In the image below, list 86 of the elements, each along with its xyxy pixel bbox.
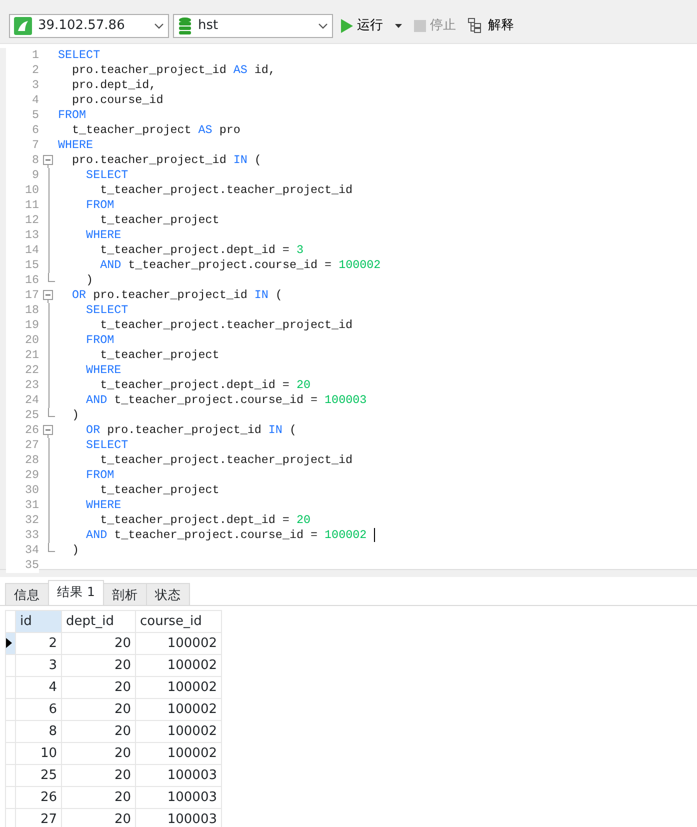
table-cell: 100003: [136, 764, 222, 786]
caret-icon: [395, 24, 402, 28]
code-line: FROM: [85, 468, 114, 483]
fold-toggle-icon[interactable]: [43, 288, 54, 303]
table-cell: 6: [16, 698, 62, 720]
code-line: WHERE: [85, 498, 122, 513]
code-line: t_teacher_project: [99, 483, 220, 498]
code-line: OR pro.teacher_project_id IN (: [71, 288, 282, 303]
table-cell: 100002: [136, 742, 222, 764]
table-cell: 20: [62, 742, 136, 764]
table-cell: 20: [62, 654, 136, 676]
stop-icon: [414, 20, 426, 32]
play-icon: [341, 18, 353, 32]
explain-icon: [468, 18, 484, 33]
fold-end-line: [48, 543, 54, 552]
code-line: AND t_teacher_project.course_id = 100003: [85, 393, 367, 408]
code-line: SELECT: [58, 48, 100, 63]
connection-select[interactable]: 39.102.57.86: [9, 14, 169, 38]
code-line: ): [85, 273, 94, 288]
code-line: t_teacher_project: [99, 213, 220, 228]
table-cell: 8: [16, 720, 62, 742]
code-line: SELECT: [85, 438, 128, 453]
column-header[interactable]: dept_id: [62, 610, 136, 632]
code-line: WHERE: [58, 138, 94, 153]
code-line: t_teacher_project: [99, 348, 220, 363]
code-line: pro.teacher_project_id AS id,: [71, 63, 276, 78]
splitter-bar[interactable]: [0, 569, 697, 577]
table-cell: 100002: [136, 676, 222, 698]
code-line: FROM: [85, 198, 114, 213]
table-cell: 4: [16, 676, 62, 698]
table-cell: 20: [62, 632, 136, 654]
code-line: ): [71, 408, 80, 423]
fold-end-line: [48, 273, 54, 282]
code-line: SELECT: [85, 168, 128, 183]
table-cell: 100002: [136, 632, 222, 654]
code-line: WHERE: [85, 363, 122, 378]
code-line: t_teacher_project AS pro: [71, 123, 240, 138]
table-cell: 2: [16, 632, 62, 654]
current-row-icon: [6, 638, 12, 648]
code-line: pro.dept_id,: [71, 78, 156, 93]
run-button[interactable]: 运行: [337, 16, 387, 36]
code-line: t_teacher_project.dept_id = 20: [99, 513, 310, 528]
code-line: AND t_teacher_project.course_id = 100002: [58, 528, 375, 544]
explain-button[interactable]: 解释: [464, 16, 518, 36]
result-tab[interactable]: 状态: [146, 583, 190, 605]
chevron-icon: [318, 22, 328, 28]
chevron-icon: [154, 22, 164, 28]
code-line: t_teacher_project.teacher_project_id: [99, 183, 353, 198]
line-number: 35: [6, 558, 39, 573]
code-line: SELECT: [85, 303, 128, 318]
table-cell: 25: [16, 764, 62, 786]
database-select[interactable]: hst: [173, 14, 333, 38]
column-header[interactable]: id: [16, 610, 62, 632]
table-cell: 20: [62, 786, 136, 808]
table-cell: 3: [16, 654, 62, 676]
code-line: AND t_teacher_project.course_id = 100002: [99, 258, 381, 273]
result-tab[interactable]: 信息: [5, 583, 49, 605]
table-cell: 26: [16, 786, 62, 808]
database-icon: [178, 16, 192, 34]
table-cell: 20: [62, 698, 136, 720]
result-tab[interactable]: 剖析: [102, 583, 147, 605]
code-line: t_teacher_project.dept_id = 20: [99, 378, 310, 393]
connection-icon: [14, 16, 32, 34]
row-header[interactable]: [6, 632, 16, 654]
fold-toggle-icon[interactable]: [43, 153, 54, 168]
fold-end-line: [48, 408, 54, 417]
column-header[interactable]: course_id: [136, 610, 222, 632]
code-line: WHERE: [85, 228, 122, 243]
table-cell: 20: [62, 720, 136, 742]
code-line: FROM: [85, 333, 114, 348]
code-line: OR pro.teacher_project_id IN (: [85, 423, 296, 438]
code-line: pro.teacher_project_id IN (: [71, 153, 262, 168]
table-cell: 100002: [136, 720, 222, 742]
table-cell: 100003: [136, 786, 222, 808]
table-cell: 20: [62, 764, 136, 786]
table-cell: 20: [62, 676, 136, 698]
code-line: t_teacher_project.teacher_project_id: [99, 453, 353, 468]
fold-toggle-icon[interactable]: [43, 423, 54, 438]
table-cell: 10: [16, 742, 62, 764]
code-line: t_teacher_project.dept_id = 3: [99, 243, 304, 258]
code-line: FROM: [58, 108, 86, 123]
code-line: t_teacher_project.teacher_project_id: [99, 318, 353, 333]
table-cell: 100002: [136, 654, 222, 676]
code-line: pro.course_id: [71, 93, 164, 108]
table-cell: 100002: [136, 698, 222, 720]
code-line: ): [71, 543, 80, 558]
